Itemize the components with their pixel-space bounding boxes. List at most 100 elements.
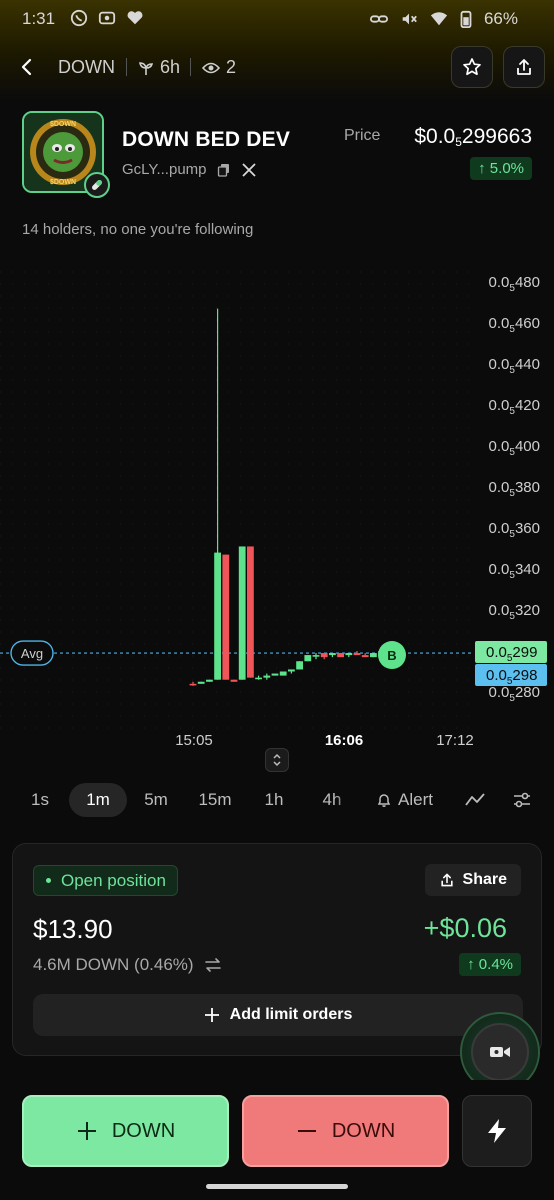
swap-icon[interactable]: [204, 957, 222, 973]
share-icon: [517, 59, 531, 75]
token-price: $0.05299663: [414, 125, 532, 149]
x-tick-label: 16:06: [325, 732, 363, 749]
share-icon: [440, 873, 453, 887]
logo-text-bottom: $DOWN: [50, 179, 76, 186]
media-icon: [98, 9, 116, 27]
share-label: Share: [462, 871, 507, 888]
candle-body: [206, 679, 213, 682]
header-ticker: DOWN: [58, 57, 115, 77]
candle-body: [288, 669, 295, 672]
battery-icon: [460, 10, 472, 29]
holders-text: 14 holders, no one you're following: [22, 221, 254, 238]
heart-icon: [126, 9, 144, 27]
home-indicator[interactable]: [206, 1184, 348, 1189]
whatsapp-icon: [70, 9, 88, 27]
trade-bar: DOWN DOWN: [0, 1080, 554, 1200]
status-dot: [46, 878, 51, 883]
watchers: 2: [202, 57, 236, 78]
timeframe-selector: 1s 1m 5m 15m 1h 4h Alert: [0, 783, 554, 817]
line-chart-icon[interactable]: [464, 791, 486, 809]
link-icon: [369, 10, 388, 28]
candle-body: [361, 655, 369, 658]
y-tick-label: 0.05440: [489, 356, 540, 376]
position-quantity-row: 4.6M DOWN (0.46%): [33, 955, 222, 975]
candle-body: [279, 671, 287, 676]
video-camera-icon: [490, 1047, 510, 1057]
copy-icon[interactable]: [217, 163, 231, 177]
pill-badge: [84, 172, 110, 198]
sprout-icon: [139, 61, 154, 75]
minus-icon: [297, 1130, 316, 1132]
back-button[interactable]: [14, 54, 40, 80]
add-limit-orders-button[interactable]: Add limit orders: [33, 994, 523, 1036]
divider: [190, 58, 191, 76]
avg-label: Avg: [21, 646, 43, 661]
candle-body: [197, 681, 205, 684]
expand-chart-button[interactable]: [265, 748, 289, 772]
timeframe-1s[interactable]: 1s: [22, 783, 58, 817]
y-tick-label: 0.05380: [489, 479, 540, 499]
buy-button[interactable]: DOWN: [22, 1095, 229, 1167]
candle-body: [370, 653, 377, 658]
x-social-icon[interactable]: [241, 162, 257, 178]
x-tick-label: 17:12: [436, 732, 474, 749]
token-address-row: GcLY...pump: [122, 161, 257, 178]
price-label: Price: [344, 127, 381, 144]
candle-body: [263, 675, 271, 678]
candle-body: [320, 653, 328, 658]
price-change-badge: ↑ 5.0%: [470, 157, 532, 180]
alert-button[interactable]: Alert: [376, 783, 433, 817]
candle-body: [329, 653, 336, 656]
share-position-button[interactable]: Share: [424, 864, 521, 896]
timeframe-1m[interactable]: 1m: [69, 783, 127, 817]
star-icon: [463, 58, 481, 76]
plus-icon: [204, 1008, 219, 1022]
logo-text-top: $DOWN: [50, 121, 76, 128]
app-header: DOWN 6h 2: [0, 44, 554, 90]
candle-body: [271, 673, 279, 676]
candle-body: [238, 546, 246, 680]
candle-body: [222, 554, 230, 680]
battery-level: 66%: [483, 9, 518, 28]
eye-icon: [202, 62, 220, 73]
quick-trade-button[interactable]: [462, 1095, 532, 1167]
timeframe-4h[interactable]: 4h: [314, 783, 350, 817]
position-pnl: +$0.06: [423, 913, 507, 943]
lightning-icon: [488, 1119, 506, 1143]
open-position-badge: Open position: [33, 865, 178, 896]
status-bar: 1:31 66%: [0, 0, 554, 40]
candle-body: [353, 653, 361, 656]
record-inner: [471, 1023, 529, 1081]
candle-body: [312, 655, 320, 657]
timeframe-15m[interactable]: 15m: [190, 783, 240, 817]
y-tick-label: 0.05360: [489, 520, 540, 540]
position-quantity: 4.6M DOWN (0.46%): [33, 955, 194, 974]
settings-sliders-icon[interactable]: [512, 790, 532, 810]
token-age-value: 6h: [160, 57, 181, 77]
candle-body: [304, 655, 312, 662]
share-page-button[interactable]: [503, 46, 545, 88]
mute-icon: [400, 10, 418, 28]
y-tick-label: 0.05480: [489, 274, 540, 294]
y-tick-label: 0.05420: [489, 397, 540, 417]
back-icon: [21, 58, 32, 76]
expand-icon: [273, 753, 281, 767]
y-tick-label: 0.05340: [489, 561, 540, 581]
token-address: GcLY...pump: [122, 161, 207, 178]
candle-body: [230, 679, 238, 682]
y-tick-label: 0.05280: [489, 684, 540, 704]
timeframe-1h[interactable]: 1h: [256, 783, 292, 817]
price-chart[interactable]: 0.05480 0.05460 0.05440 0.05420 0.05400 0.053…: [0, 262, 554, 757]
favorite-button[interactable]: [451, 46, 493, 88]
timeframe-5m[interactable]: 5m: [136, 783, 176, 817]
divider: [126, 58, 127, 76]
sell-button[interactable]: DOWN: [242, 1095, 449, 1167]
y-tick-label: 0.05460: [489, 315, 540, 335]
sell-label: DOWN: [331, 1119, 396, 1142]
candle-body: [345, 653, 353, 656]
candle-body: [337, 653, 344, 658]
wifi-icon: [430, 10, 448, 28]
candle-body: [296, 661, 303, 670]
pill-icon: [92, 180, 102, 190]
open-position-label: Open position: [61, 871, 166, 890]
